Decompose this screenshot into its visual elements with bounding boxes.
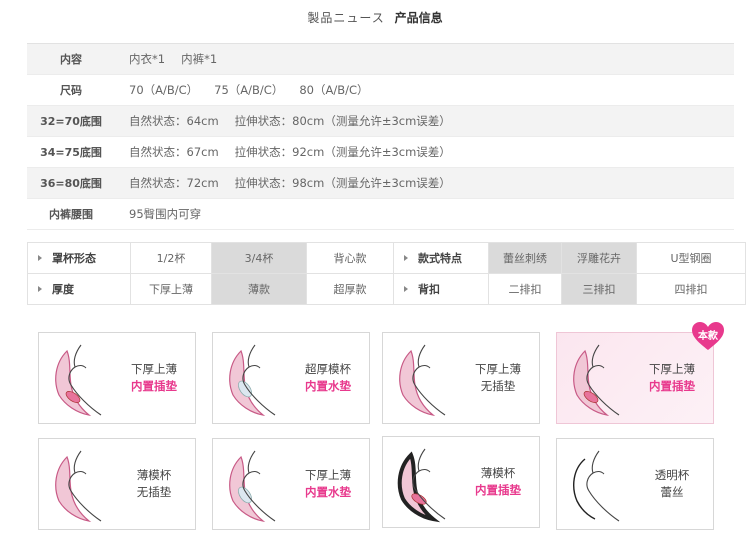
card-line2: 内置插垫	[131, 379, 177, 393]
cup-type-card: 下厚上薄 无插垫	[382, 332, 540, 424]
card-line1: 薄模杯	[480, 466, 516, 480]
size-row-value: 自然状态：64cm 拉伸状态：80cm（测量允许±3cm误差）	[115, 105, 734, 137]
attribute-heading: 款式特点	[393, 242, 489, 274]
card-text: 下厚上薄 无插垫	[461, 361, 535, 395]
cup-type-card: 超厚模杯 内置水垫	[212, 332, 370, 424]
title-jp: 製品ニュース	[307, 11, 385, 25]
card-text: 下厚上薄 内置插垫	[635, 361, 709, 395]
attribute-option-selected[interactable]: 三排扣	[561, 273, 637, 305]
attribute-option[interactable]: U型钢圈	[636, 242, 746, 274]
card-text: 下厚上薄 内置水垫	[291, 467, 365, 501]
attribute-table: 罩杯形态 1/2杯 3/4杯 背心款 款式特点 蕾丝刺绣 浮雕花卉 U型钢圈 厚度 下厚上薄 薄款超…	[27, 242, 746, 305]
size-value-part: 自然状态：72cm	[129, 176, 219, 190]
size-row: 32=70底围 自然状态：64cm 拉伸状态：80cm（测量允许±3cm误差）	[27, 105, 734, 137]
attribute-option[interactable]: 二排扣	[488, 273, 562, 305]
attribute-option-selected[interactable]: 蕾丝刺绣	[488, 242, 562, 274]
cup-type-card: 下厚上薄 内置水垫	[212, 438, 370, 530]
attribute-option[interactable]: 超厚款	[306, 273, 394, 305]
size-row-value: 70（A/B/C） 75（A/B/C） 80（A/B/C）	[115, 74, 734, 106]
size-row-value: 自然状态：72cm 拉伸状态：98cm（测量允许±3cm误差）	[115, 167, 734, 199]
card-text: 薄模杯 内置插垫	[461, 465, 535, 499]
cup-illustration-icon	[229, 450, 276, 522]
attribute-option-selected[interactable]: 3/4杯	[211, 242, 307, 274]
size-value-part: 自然状态：67cm	[129, 145, 219, 159]
cup-type-card: 透明杯 蕾丝	[556, 438, 714, 530]
featured-badge: 本款	[691, 321, 725, 351]
cup-illustration-icon	[397, 448, 446, 523]
size-value-part: 拉伸状态：80cm（测量允许±3cm误差）	[234, 114, 451, 128]
size-value-part: 70（A/B/C）	[129, 83, 199, 97]
card-line2: 内置插垫	[649, 379, 695, 393]
cup-illustration-icon	[55, 450, 102, 522]
size-value-part: 75（A/B/C）	[214, 83, 284, 97]
size-row: 36=80底围 自然状态：72cm 拉伸状态：98cm（测量允许±3cm误差）	[27, 167, 734, 199]
size-row-value: 自然状态：67cm 拉伸状态：92cm（测量允许±3cm误差）	[115, 136, 734, 168]
size-row-label: 内容	[27, 43, 115, 75]
size-value-part: 80（A/B/C）	[299, 83, 369, 97]
card-line1: 超厚模杯	[305, 362, 351, 376]
cup-illustration-icon	[55, 344, 102, 416]
size-row-label: 内裤腰围	[27, 198, 115, 230]
card-line1: 薄模杯	[136, 468, 172, 482]
size-row-value: 内衣*1 内裤*1	[115, 43, 734, 75]
card-line1: 透明杯	[654, 468, 690, 482]
cup-type-card: 下厚上薄 内置插垫	[38, 332, 196, 424]
size-row: 34=75底围 自然状态：67cm 拉伸状态：92cm（测量允许±3cm误差）	[27, 136, 734, 168]
attribute-option[interactable]: 下厚上薄	[130, 273, 212, 305]
cup-illustration-icon	[229, 344, 276, 416]
triangle-right-icon	[404, 286, 408, 292]
card-line2: 无插垫	[136, 485, 172, 499]
cup-type-card: 薄模杯 无插垫	[38, 438, 196, 530]
card-text: 超厚模杯 内置水垫	[291, 361, 365, 395]
card-text: 透明杯 蕾丝	[635, 467, 709, 501]
size-row-value: 95臀围内可穿	[115, 198, 734, 230]
cup-illustration-icon	[399, 344, 446, 416]
size-value-part: 内衣*1	[129, 52, 166, 66]
triangle-right-icon	[38, 255, 42, 261]
size-row: 尺码 70（A/B/C） 75（A/B/C） 80（A/B/C）	[27, 74, 734, 106]
size-row-label: 36=80底围	[27, 167, 115, 199]
page-title: 製品ニュース 产品信息	[0, 9, 750, 26]
size-row: 内容 内衣*1 内裤*1	[27, 43, 734, 75]
card-line2: 内置插垫	[475, 483, 521, 497]
card-line2: 无插垫	[480, 379, 516, 393]
card-line2: 内置水垫	[305, 485, 351, 499]
card-text: 下厚上薄 内置插垫	[117, 361, 191, 395]
attribute-row: 厚度 下厚上薄 薄款 超厚款 背扣 二排扣 三排扣 四排扣	[27, 273, 746, 305]
attribute-heading: 罩杯形态	[27, 242, 131, 274]
cup-type-card-featured: 下厚上薄内置插垫 本款	[556, 322, 724, 424]
card-line1: 下厚上薄	[305, 468, 351, 482]
attribute-option-selected[interactable]: 浮雕花卉	[561, 242, 637, 274]
title-cn: 产品信息	[394, 11, 443, 25]
size-table: 内容 内衣*1 内裤*1 尺码 70（A/B/C） 75（A/B/C） 80（A/B/C） 3…	[27, 43, 734, 230]
size-value-part: 内裤*1	[181, 52, 218, 66]
card-line1: 下厚上薄	[131, 362, 177, 376]
attribute-option-selected[interactable]: 薄款	[211, 273, 307, 305]
card-text: 薄模杯 无插垫	[117, 467, 191, 501]
size-value-part: 95臀围内可穿	[129, 207, 202, 221]
card-line1: 下厚上薄	[475, 362, 521, 376]
size-row-label: 尺码	[27, 74, 115, 106]
size-value-part: 拉伸状态：92cm（测量允许±3cm误差）	[234, 145, 451, 159]
cup-illustration-icon	[573, 344, 620, 416]
cup-type-card: 薄模杯 内置插垫	[382, 436, 540, 528]
card-line1: 下厚上薄	[649, 362, 695, 376]
attribute-heading: 厚度	[27, 273, 131, 305]
attribute-option[interactable]: 四排扣	[636, 273, 746, 305]
size-value-part: 自然状态：64cm	[129, 114, 219, 128]
card-line2: 内置水垫	[305, 379, 351, 393]
badge-label: 本款	[698, 331, 718, 342]
size-value-part: 拉伸状态：98cm（测量允许±3cm误差）	[234, 176, 451, 190]
attribute-heading: 背扣	[393, 273, 489, 305]
cup-illustration-icon	[573, 450, 620, 522]
size-row-label: 34=75底围	[27, 136, 115, 168]
card-line2: 蕾丝	[660, 485, 684, 499]
attribute-option[interactable]: 背心款	[306, 242, 394, 274]
attribute-option[interactable]: 1/2杯	[130, 242, 212, 274]
size-row: 内裤腰围 95臀围内可穿	[27, 198, 734, 230]
attribute-row: 罩杯形态 1/2杯 3/4杯 背心款 款式特点 蕾丝刺绣 浮雕花卉 U型钢圈	[27, 242, 746, 274]
triangle-right-icon	[404, 255, 408, 261]
size-row-label: 32=70底围	[27, 105, 115, 137]
triangle-right-icon	[38, 286, 42, 292]
